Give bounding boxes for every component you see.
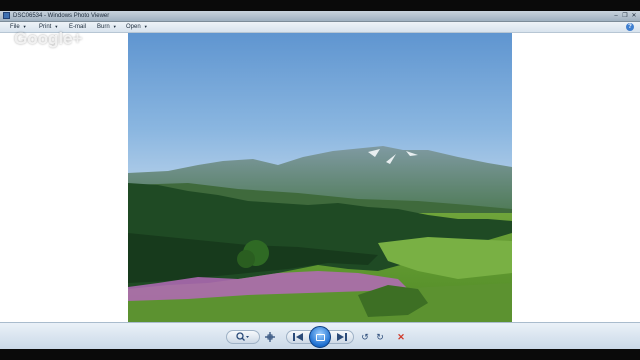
- landscape-photo: [128, 33, 512, 322]
- previous-glyph: [293, 333, 303, 341]
- image-viewport: [0, 33, 640, 322]
- minimize-icon[interactable]: –: [612, 12, 620, 20]
- close-icon[interactable]: ✕: [630, 12, 638, 20]
- menu-open[interactable]: Open ▼: [126, 22, 148, 32]
- rotate-clockwise-icon[interactable]: ↻: [373, 330, 387, 344]
- lone-tree-foliage: [237, 250, 255, 268]
- slideshow-icon[interactable]: [309, 326, 331, 348]
- menu-bar: File ▼ Print ▼ E-mail Burn ▼ Open ▼ ?: [0, 22, 640, 33]
- chevron-down-icon: ▼: [143, 24, 148, 29]
- menu-burn[interactable]: Burn ▼: [97, 22, 117, 32]
- actual-size-icon[interactable]: [262, 330, 278, 344]
- chevron-down-icon: ▼: [112, 24, 117, 29]
- window-title: DSC06534 - Windows Photo Viewer: [13, 13, 110, 19]
- title-bar: DSC06534 - Windows Photo Viewer – ❐ ✕: [0, 11, 640, 22]
- photo-viewer-app-icon: [3, 12, 10, 19]
- menu-burn-label: Burn: [97, 24, 110, 30]
- restore-icon[interactable]: ❐: [621, 12, 629, 20]
- previous-icon[interactable]: [289, 330, 307, 344]
- delete-icon[interactable]: ✕: [394, 330, 408, 344]
- magnifier-icon[interactable]: [232, 330, 254, 344]
- rotate-counterclockwise-icon[interactable]: ↺: [358, 330, 372, 344]
- magnifier-glyph: [236, 332, 249, 341]
- photo-viewer-window: DSC06534 - Windows Photo Viewer – ❐ ✕ Fi…: [0, 11, 640, 350]
- actual-size-glyph: [265, 332, 275, 342]
- taskbar-strip: [0, 349, 640, 360]
- next-glyph: [337, 333, 347, 341]
- menu-open-label: Open: [126, 24, 141, 30]
- viewer-toolbar: ↺ ↻ ✕: [0, 322, 640, 350]
- next-icon[interactable]: [333, 330, 351, 344]
- help-icon[interactable]: ?: [626, 23, 634, 31]
- google-plus-watermark: Google+: [14, 29, 83, 48]
- slideshow-glyph: [315, 333, 325, 341]
